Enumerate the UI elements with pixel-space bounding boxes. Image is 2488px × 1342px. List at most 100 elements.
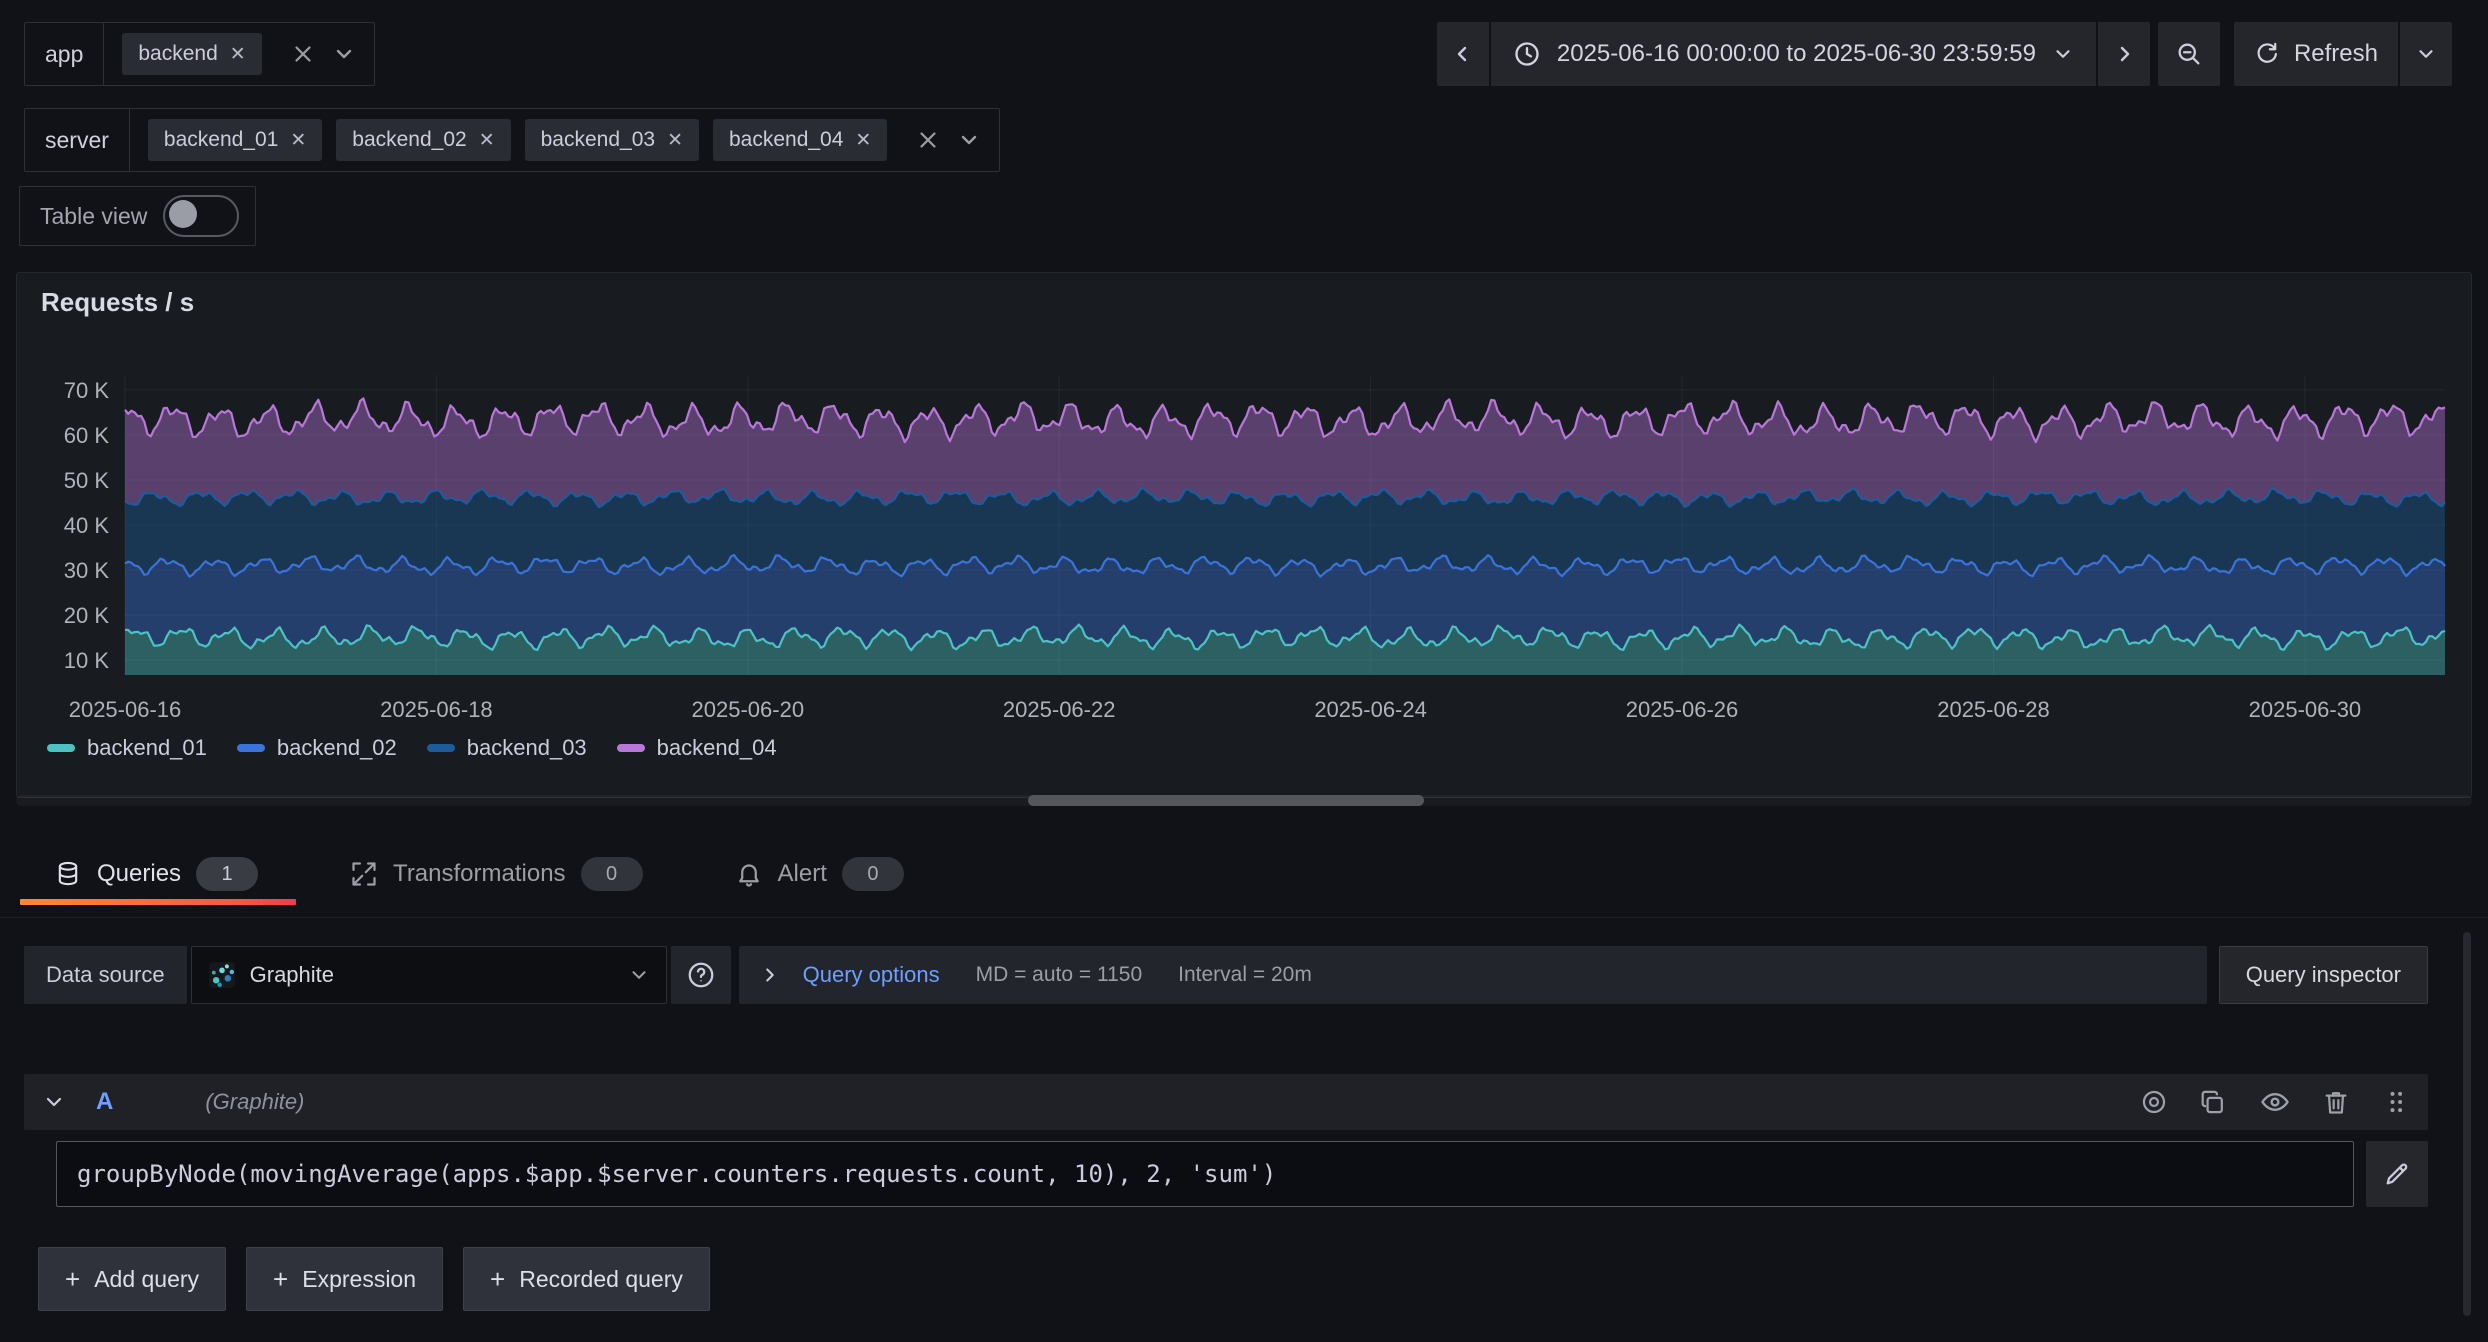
button-label: Add query	[94, 1266, 199, 1293]
legend-swatch	[617, 744, 645, 752]
tab-transformations[interactable]: Transformations 0	[316, 843, 681, 905]
table-view-toggle[interactable]	[163, 195, 239, 237]
tab-count-badge: 0	[581, 857, 643, 891]
collapse-chevron-icon[interactable]	[42, 1090, 66, 1114]
svg-text:50 K: 50 K	[64, 468, 110, 493]
legend-label: backend_02	[277, 735, 397, 761]
svg-text:2025-06-26: 2025-06-26	[1626, 697, 1739, 722]
filter-server-tag[interactable]: backend_03 ✕	[525, 119, 699, 161]
time-shift-forward-button[interactable]	[2098, 22, 2150, 86]
filter-server-tag[interactable]: backend_01 ✕	[148, 119, 322, 161]
button-label: Recorded query	[519, 1266, 683, 1293]
datasource-help-button[interactable]	[671, 946, 731, 1004]
time-zoom-out-button[interactable]	[2158, 22, 2220, 86]
legend-item[interactable]: backend_02	[237, 735, 397, 761]
legend-item[interactable]: backend_01	[47, 735, 207, 761]
timeseries-panel: Requests / s 10 K20 K30 K40 K50 K60 K70 …	[16, 272, 2472, 798]
legend-label: backend_03	[467, 735, 587, 761]
svg-text:2025-06-22: 2025-06-22	[1003, 697, 1116, 722]
remove-tag-icon[interactable]: ✕	[855, 131, 871, 150]
add-expression-button[interactable]: + Expression	[246, 1247, 443, 1311]
button-label: Expression	[302, 1266, 416, 1293]
legend-item[interactable]: backend_03	[427, 735, 587, 761]
clock-icon	[1513, 40, 1541, 68]
tab-count-badge: 0	[842, 857, 904, 891]
toggle-text-edit-button[interactable]	[2366, 1141, 2428, 1207]
legend-label: backend_04	[657, 735, 777, 761]
toggle-knob	[169, 200, 197, 228]
panel-title[interactable]: Requests / s	[41, 287, 194, 318]
timeseries-chart[interactable]: 10 K20 K30 K40 K50 K60 K70 K2025-06-1620…	[33, 359, 2457, 727]
grafana-panel-editor: app backend ✕ server backend_01 ✕ backen…	[0, 0, 2488, 1342]
datasource-label: Data source	[24, 946, 187, 1004]
chevron-down-icon	[2415, 43, 2437, 65]
disable-query-icon[interactable]	[2140, 1088, 2168, 1116]
query-row-header: A (Graphite)	[24, 1074, 2428, 1130]
remove-tag-icon[interactable]: ✕	[230, 45, 246, 64]
legend-label: backend_01	[87, 735, 207, 761]
zoom-out-icon	[2175, 40, 2203, 68]
svg-text:2025-06-30: 2025-06-30	[2249, 697, 2362, 722]
database-icon	[54, 860, 82, 888]
query-options-toggle[interactable]: Query options MD = auto = 1150 Interval …	[739, 946, 2207, 1004]
query-inspector-button[interactable]: Query inspector	[2219, 946, 2428, 1004]
svg-text:2025-06-20: 2025-06-20	[692, 697, 805, 722]
svg-text:10 K: 10 K	[64, 648, 110, 673]
datasource-row: Data source Graphite Query options MD = …	[24, 946, 2428, 1004]
remove-tag-icon[interactable]: ✕	[667, 131, 683, 150]
add-recorded-query-button[interactable]: + Recorded query	[463, 1247, 710, 1311]
tab-label: Alert	[778, 860, 827, 888]
clear-all-icon[interactable]	[915, 127, 941, 153]
tab-queries[interactable]: Queries 1	[20, 843, 296, 905]
tab-count-badge: 1	[196, 857, 258, 891]
chevron-right-icon	[759, 964, 781, 986]
time-shift-back-button[interactable]	[1437, 22, 1489, 86]
filter-server-tag[interactable]: backend_02 ✕	[336, 119, 510, 161]
legend-item[interactable]: backend_04	[617, 735, 777, 761]
filter-app-label: app	[25, 23, 104, 85]
copy-icon[interactable]	[2200, 1088, 2228, 1116]
svg-text:20 K: 20 K	[64, 603, 110, 628]
datasource-picker[interactable]: Graphite	[191, 946, 667, 1004]
tag-label: backend_01	[164, 128, 278, 152]
query-ref-id[interactable]: A	[96, 1088, 113, 1116]
refresh-control: Refresh	[2234, 22, 2452, 86]
plus-icon: +	[65, 1266, 80, 1292]
tab-label: Queries	[97, 860, 181, 888]
datasource-selected: Graphite	[250, 962, 614, 988]
chevron-down-icon[interactable]	[957, 128, 981, 152]
tag-label: backend_02	[352, 128, 466, 152]
horizontal-scrollbar	[16, 795, 2472, 806]
svg-text:2025-06-28: 2025-06-28	[1937, 697, 2050, 722]
time-picker: 2025-06-16 00:00:00 to 2025-06-30 23:59:…	[1437, 22, 2452, 86]
refresh-button[interactable]: Refresh	[2234, 22, 2398, 86]
add-query-button[interactable]: + Add query	[38, 1247, 226, 1311]
tab-alert[interactable]: Alert 0	[701, 843, 942, 905]
filter-server-tag[interactable]: backend_04 ✕	[713, 119, 887, 161]
trash-icon[interactable]	[2322, 1088, 2350, 1116]
drag-handle-icon[interactable]	[2382, 1088, 2410, 1116]
tab-label: Transformations	[393, 860, 566, 888]
eye-icon[interactable]	[2260, 1087, 2290, 1117]
refresh-interval-dropdown[interactable]	[2400, 22, 2452, 86]
chevron-down-icon	[2052, 43, 2074, 65]
remove-tag-icon[interactable]: ✕	[479, 131, 495, 150]
query-expression-input[interactable]: groupByNode(movingAverage(apps.$app.$ser…	[56, 1141, 2354, 1207]
table-view-label: Table view	[40, 203, 147, 230]
svg-text:30 K: 30 K	[64, 558, 110, 583]
clear-all-icon[interactable]	[290, 41, 316, 67]
chevron-down-icon[interactable]	[332, 42, 356, 66]
horizontal-scrollbar-thumb[interactable]	[1028, 795, 1424, 806]
svg-text:40 K: 40 K	[64, 513, 110, 538]
vertical-scrollbar[interactable]	[2463, 932, 2471, 1316]
svg-text:2025-06-24: 2025-06-24	[1314, 697, 1427, 722]
remove-tag-icon[interactable]: ✕	[290, 131, 306, 150]
query-actions: + Add query + Expression + Recorded quer…	[38, 1247, 710, 1311]
chevron-down-icon	[628, 964, 650, 986]
query-options-label: Query options	[803, 962, 940, 988]
filter-app-tag[interactable]: backend ✕	[122, 33, 261, 75]
bell-icon	[735, 860, 763, 888]
time-range-button[interactable]: 2025-06-16 00:00:00 to 2025-06-30 23:59:…	[1491, 22, 2096, 86]
legend-swatch	[237, 744, 265, 752]
tag-label: backend	[138, 42, 217, 66]
